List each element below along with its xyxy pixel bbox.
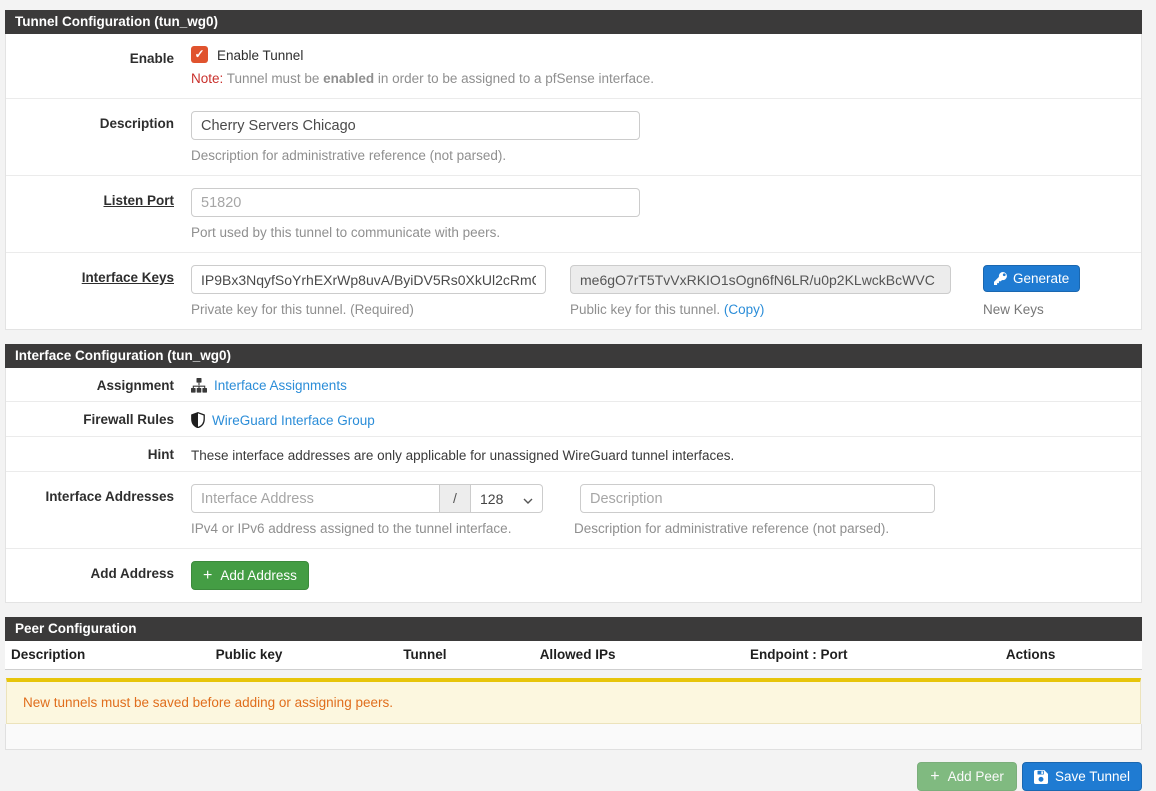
panel-title-tunnel-configuration: Tunnel Configuration (tun_wg0) xyxy=(5,10,1142,34)
panel-tunnel-configuration: Tunnel Configuration (tun_wg0) Enable ✓ … xyxy=(5,10,1142,330)
col-allowed-ips: Allowed IPs xyxy=(534,641,744,670)
save-tunnel-button[interactable]: Save Tunnel xyxy=(1022,762,1142,791)
address-mask-select[interactable]: 128 xyxy=(471,484,543,513)
hint-label: Hint xyxy=(6,445,191,463)
hint-text: These interface addresses are only appli… xyxy=(191,445,1127,463)
save-icon xyxy=(1034,770,1048,784)
listen-port-label: Listen Port xyxy=(6,188,191,240)
address-help: IPv4 or IPv6 address assigned to the tun… xyxy=(191,521,574,536)
public-key-help: Public key for this tunnel. (Copy) xyxy=(570,302,951,317)
row-interface-keys: Interface Keys Private key for this tunn… xyxy=(6,253,1141,329)
enable-tunnel-checkbox-label[interactable]: Enable Tunnel xyxy=(217,47,303,63)
panel-title-interface-configuration: Interface Configuration (tun_wg0) xyxy=(5,344,1142,368)
wireguard-interface-group-link[interactable]: WireGuard Interface Group xyxy=(212,413,375,428)
panel-body-interface-configuration: Assignment Interfa xyxy=(5,368,1142,603)
interface-address-input[interactable] xyxy=(191,484,440,513)
row-description: Description Description for administrati… xyxy=(6,99,1141,176)
enable-tunnel-checkbox[interactable]: ✓ xyxy=(191,46,208,63)
peers-warning-alert: New tunnels must be saved before adding … xyxy=(6,678,1141,724)
address-description-help: Description for administrative reference… xyxy=(574,521,889,536)
col-endpoint-port: Endpoint : Port xyxy=(744,641,1000,670)
row-listen-port: Listen Port Port used by this tunnel to … xyxy=(6,176,1141,253)
panel-interface-configuration: Interface Configuration (tun_wg0) Assign… xyxy=(5,344,1142,603)
address-description-input[interactable] xyxy=(580,484,935,513)
row-enable: Enable ✓ Enable Tunnel Note: Tunnel must… xyxy=(6,34,1141,99)
generate-keys-button[interactable]: Generate xyxy=(983,265,1080,292)
panel-body-tunnel-configuration: Enable ✓ Enable Tunnel Note: Tunnel must… xyxy=(5,34,1142,330)
interface-keys-label: Interface Keys xyxy=(6,265,191,317)
description-input[interactable] xyxy=(191,111,640,140)
panel-title-peer-configuration: Peer Configuration xyxy=(5,617,1142,641)
peer-panel-footer xyxy=(5,724,1142,750)
interface-addresses-label: Interface Addresses xyxy=(6,484,191,536)
col-public-key: Public key xyxy=(210,641,398,670)
plus-icon: + xyxy=(203,569,212,583)
shield-icon xyxy=(191,412,205,428)
description-label: Description xyxy=(6,111,191,163)
add-address-label: Add Address xyxy=(6,561,191,590)
row-assignment: Assignment Interfa xyxy=(6,368,1141,402)
key-icon xyxy=(994,272,1007,285)
description-help: Description for administrative reference… xyxy=(191,148,1127,163)
listen-port-help: Port used by this tunnel to communicate … xyxy=(191,225,1127,240)
interface-assignments-link[interactable]: Interface Assignments xyxy=(214,378,347,393)
enable-label: Enable xyxy=(6,46,191,86)
row-add-address: Add Address + Add Address xyxy=(6,549,1141,602)
col-actions: Actions xyxy=(1000,641,1142,670)
copy-public-key-link[interactable]: (Copy) xyxy=(724,302,765,317)
row-interface-addresses: Interface Addresses / 128 xyxy=(6,472,1141,549)
listen-port-input[interactable] xyxy=(191,188,640,217)
col-tunnel: Tunnel xyxy=(397,641,533,670)
peer-table: Description Public key Tunnel Allowed IP… xyxy=(5,641,1142,670)
new-keys-label: New Keys xyxy=(983,302,1080,317)
public-key-input[interactable] xyxy=(570,265,951,294)
page: Tunnel Configuration (tun_wg0) Enable ✓ … xyxy=(0,0,1156,791)
private-key-input[interactable] xyxy=(191,265,546,294)
row-firewall-rules: Firewall Rules WireGuard Interface Group xyxy=(6,402,1141,437)
plus-icon: + xyxy=(930,770,939,784)
form-actions: + Add Peer Save Tunnel xyxy=(5,762,1142,791)
sitemap-icon xyxy=(191,378,207,393)
row-hint: Hint These interface addresses are only … xyxy=(6,437,1141,472)
assignment-label: Assignment xyxy=(6,376,191,393)
panel-peer-configuration: Peer Configuration Description Public ke… xyxy=(5,617,1142,750)
add-address-button[interactable]: + Add Address xyxy=(191,561,309,590)
enable-note: Note: Tunnel must be enabled in order to… xyxy=(191,71,1127,86)
col-description: Description xyxy=(5,641,210,670)
firewall-rules-label: Firewall Rules xyxy=(6,410,191,428)
add-peer-button[interactable]: + Add Peer xyxy=(917,762,1017,791)
chevron-down-icon xyxy=(523,491,533,507)
address-mask-separator: / xyxy=(440,484,471,513)
peer-table-header-row: Description Public key Tunnel Allowed IP… xyxy=(5,641,1142,670)
private-key-help: Private key for this tunnel. (Required) xyxy=(191,302,546,317)
